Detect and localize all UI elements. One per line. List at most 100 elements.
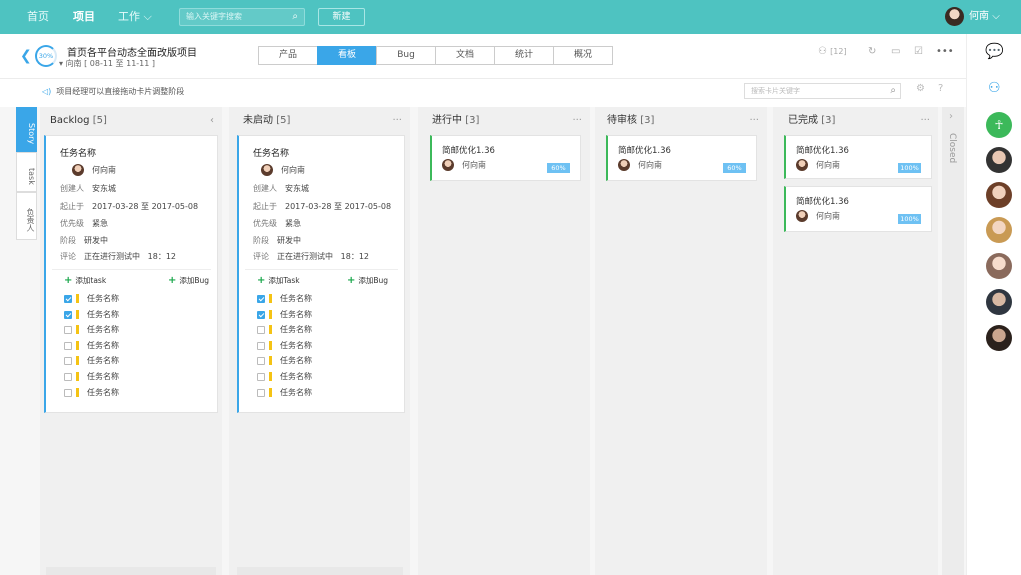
tab-kanban[interactable]: 看板 [317, 46, 377, 65]
chat-icon[interactable]: 💬 [985, 42, 1004, 60]
avatar[interactable] [986, 147, 1012, 173]
avatar [618, 159, 630, 171]
add-bug-button[interactable]: + 添加Bug [168, 275, 209, 286]
nav-work[interactable]: 工作 ⌵ [118, 0, 152, 34]
sidetab-story[interactable]: Story [16, 107, 37, 152]
checkbox[interactable] [257, 341, 265, 350]
checkbox[interactable] [257, 356, 265, 365]
task-item[interactable]: 任务名称 [257, 340, 312, 351]
checkbox[interactable] [257, 310, 265, 319]
tab-stats[interactable]: 统计 [494, 46, 554, 65]
sidetab-task[interactable]: task [16, 152, 37, 192]
tab-overview[interactable]: 概况 [553, 46, 613, 65]
avatar[interactable] [986, 217, 1012, 243]
checkbox[interactable] [257, 294, 265, 303]
column-closed[interactable]: › Closed [942, 107, 964, 575]
task-label: 任务名称 [280, 341, 312, 350]
story-card[interactable]: 任务名称 何向南 创建人 安东城 起止于 2017-03-28 至 2017-05-… [44, 135, 218, 413]
task-item[interactable]: 任务名称 [64, 355, 119, 366]
task-item[interactable]: 任务名称 [257, 371, 312, 382]
new-button[interactable]: 新建 [318, 8, 365, 26]
collapse-icon[interactable]: ‹ [210, 107, 214, 135]
more-icon[interactable]: ··· [572, 107, 582, 135]
help-icon[interactable]: ? [938, 83, 943, 94]
card-title: 简邮优化1.36 [442, 146, 495, 156]
add-task-button[interactable]: + 添加task [64, 275, 106, 286]
avatar[interactable] [986, 289, 1012, 315]
notice-text: 项目经理可以直接拖动卡片调整阶段 [56, 87, 185, 96]
task-item[interactable]: 任务名称 [64, 387, 119, 398]
flag-icon [76, 294, 79, 303]
column-count: [5] [92, 115, 107, 126]
avatar[interactable] [986, 253, 1012, 279]
task-card[interactable]: 简邮优化1.36 何向南 100% [784, 135, 932, 179]
creator-value: 安东城 [92, 184, 116, 193]
task-item[interactable]: 任务名称 [257, 309, 312, 320]
sidetab-owner[interactable]: 负责人 [16, 192, 37, 240]
closed-label: Closed [947, 133, 957, 164]
add-bug-label: 添加Bug [358, 276, 389, 285]
checkbox[interactable] [64, 372, 72, 381]
checkbox[interactable] [257, 372, 265, 381]
more-icon[interactable]: ··· [749, 107, 759, 135]
members-button[interactable]: ⚇ [12] [818, 46, 847, 57]
add-card-strip[interactable] [237, 567, 403, 575]
task-item[interactable]: 任务名称 [257, 324, 312, 335]
range-key: 起止于 [253, 202, 277, 211]
flag-icon [269, 310, 272, 319]
task-item[interactable]: 任务名称 [64, 324, 119, 335]
settings-icon[interactable]: ⚙ [916, 83, 925, 94]
search-icon: ⌕ [292, 11, 298, 22]
back-icon[interactable]: ❮ [20, 48, 32, 64]
people-icon[interactable]: ⚇ [988, 80, 1001, 96]
global-search-input[interactable]: 输入关键字搜索 ⌕ [179, 8, 305, 26]
task-item[interactable]: 任务名称 [257, 387, 312, 398]
top-nav-bar: 首页 项目 工作 ⌵ 输入关键字搜索 ⌕ 新建 何南 ⌵ [0, 0, 1021, 34]
video-icon[interactable]: ▭ [891, 46, 900, 57]
project-subtitle[interactable]: ▾ 向南 [ 08-11 至 11-11 ] [59, 58, 155, 69]
add-card-strip[interactable] [46, 567, 216, 575]
story-card[interactable]: 任务名称 何向南 创建人 安东城 起止于 2017-03-28 至 2017-05-… [237, 135, 405, 413]
checkbox[interactable] [257, 325, 265, 334]
task-label: 任务名称 [87, 325, 119, 334]
tab-bug[interactable]: Bug [376, 46, 436, 65]
add-bug-button[interactable]: + 添加Bug [347, 275, 388, 286]
checkbox[interactable] [64, 310, 72, 319]
checkbox[interactable] [64, 294, 72, 303]
nav-home[interactable]: 首页 [27, 0, 49, 34]
expand-icon[interactable]: › [949, 111, 953, 122]
user-menu[interactable]: 何南 ⌵ [969, 0, 1000, 34]
task-item[interactable]: 任务名称 [64, 309, 119, 320]
avatar[interactable] [986, 325, 1012, 351]
team-avatar[interactable]: ☥ [986, 112, 1012, 138]
add-task-button[interactable]: + 添加Task [257, 275, 300, 286]
card-comment: 评论 正在进行测试中 18：12 [253, 251, 369, 262]
card-search-input[interactable]: 搜索卡片关键字 ⌕ [744, 83, 901, 99]
checkbox[interactable] [257, 388, 265, 397]
task-item[interactable]: 任务名称 [257, 293, 312, 304]
tab-docs[interactable]: 文档 [435, 46, 495, 65]
user-avatar[interactable] [945, 7, 964, 26]
avatar[interactable] [986, 182, 1012, 208]
nav-project[interactable]: 项目 [73, 0, 95, 34]
task-label: 任务名称 [280, 294, 312, 303]
task-item[interactable]: 任务名称 [64, 340, 119, 351]
column-header: 待审核 [3] ··· [595, 107, 767, 135]
checkbox[interactable] [64, 325, 72, 334]
more-icon[interactable]: ··· [920, 107, 930, 135]
task-card[interactable]: 简邮优化1.36 何向南 60% [430, 135, 581, 181]
task-item[interactable]: 任务名称 [64, 371, 119, 382]
more-icon[interactable]: ••• [936, 46, 954, 57]
task-card[interactable]: 简邮优化1.36 何向南 60% [606, 135, 757, 181]
checklist-icon[interactable]: ☑ [914, 46, 923, 57]
task-item[interactable]: 任务名称 [257, 355, 312, 366]
task-item[interactable]: 任务名称 [64, 293, 119, 304]
task-card[interactable]: 简邮优化1.36 何向南 100% [784, 186, 932, 232]
checkbox[interactable] [64, 341, 72, 350]
refresh-icon[interactable]: ↻ [868, 46, 876, 57]
checkbox[interactable] [64, 356, 72, 365]
more-icon[interactable]: ··· [392, 107, 402, 135]
tab-product[interactable]: 产品 [258, 46, 318, 65]
flag-icon [269, 341, 272, 350]
checkbox[interactable] [64, 388, 72, 397]
